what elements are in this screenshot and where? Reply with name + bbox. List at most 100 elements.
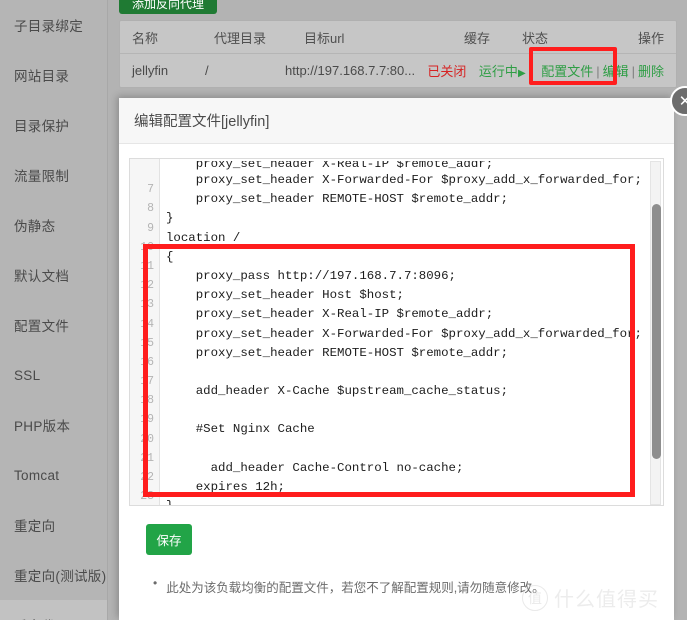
sidebar-item-traffic-limit[interactable]: 流量限制 [0,150,107,200]
sidebar-item-redirect-beta[interactable]: 重定向(测试版) [0,550,107,600]
sidebar-item-config-file[interactable]: 配置文件 [0,300,107,350]
cell-run-status[interactable]: 运行中▶ [479,61,541,80]
code-line: } [166,497,663,505]
editor-scrollbar-thumb[interactable] [652,204,661,459]
modal-header: 编辑配置文件[jellyfin] [119,98,674,144]
code-line: proxy_set_header X-Forwarded-For $proxy_… [166,173,642,187]
cell-cache-status[interactable]: 已关闭 [427,61,479,80]
sidebar-item-label: 默认文档 [14,269,70,284]
sidebar-item-label: 重定向(测试版) [14,569,107,584]
line-number: 9 [147,221,154,235]
sidebar-item-label: 网站目录 [14,69,70,84]
code-line: location / [166,230,241,245]
bullet-icon: • [153,576,158,590]
delete-link[interactable]: 删除 [638,64,664,79]
code-line: } [166,211,174,226]
line-number: 8 [147,202,154,216]
code-line: add_header Cache-Control no-cache; [166,460,464,475]
sidebar-item-label: 子目录绑定 [14,19,83,34]
sidebar-item-reverse-proxy[interactable]: 反向代理 [0,600,107,620]
line-number: 22 [140,471,154,484]
editor-code-area[interactable]: proxy_set_header X-Real-IP $remote_addr;… [160,159,663,505]
edit-link[interactable]: 编辑 [603,64,629,79]
cell-name: jellyfin [132,63,169,78]
footer-note: • 此处为该负载均衡的配置文件，若您不了解配置规则,请勿随意修改。 [153,576,664,596]
column-header-name: 名称 [132,30,159,46]
code-line: { [166,249,174,264]
sidebar-item-label: PHP版本 [14,419,71,434]
line-number: 7 [147,183,154,197]
reverse-proxy-table: 名称 代理目录 目标url 缓存 状态 操作 jellyfin / http:/… [119,20,677,88]
close-glyph: ✕ [678,92,687,110]
play-icon[interactable]: ▶ [518,68,526,79]
sidebar-item-label: 目录保护 [14,119,70,134]
footer-note-text: 此处为该负载均衡的配置文件，若您不了解配置规则,请勿随意修改。 [166,581,545,595]
line-number: 23 [140,490,154,504]
editor-vertical-scrollbar[interactable] [650,161,661,505]
sidebar-item-label: 配置文件 [14,319,70,334]
sidebar-item-site-dir[interactable]: 网站目录 [0,50,107,100]
code-line: proxy_set_header REMOTE-HOST $remote_add… [166,345,509,360]
sidebar-item-label: 重定向 [14,519,56,534]
line-number: 18 [140,394,154,408]
op-separator-1: | [596,64,600,79]
line-number: 14 [140,317,154,331]
code-line: expires 12h; [166,480,285,494]
line-number-clipped [130,161,159,180]
column-header-operations: 操作 [637,30,664,46]
sidebar-item-label: Tomcat [14,467,60,483]
cell-proxy-dir: / [204,63,209,78]
cell-operations: 配置文件 | 编辑 | 删除 [541,61,664,80]
code-line-clipped: proxy_set_header X-Real-IP $remote_addr; [166,161,494,171]
column-header-cache: 缓存 [464,30,491,46]
sidebar-item-default-doc[interactable]: 默认文档 [0,250,107,300]
code-line: proxy_set_header Host $host; [166,288,404,303]
sidebar-item-label: 流量限制 [14,169,70,184]
line-number: 10 [140,240,154,254]
screen: 子目录绑定 网站目录 目录保护 流量限制 伪静态 默认文档 配置文件 SSL P… [0,0,687,620]
code-line: proxy_set_header X-Real-IP $remote_addr; [166,307,494,322]
sidebar-item-label: 伪静态 [14,219,56,234]
save-button[interactable]: 保存 [146,524,192,555]
code-line: proxy_pass http://197.168.7.7:8096; [166,268,456,283]
column-header-target-url: 目标url [304,30,345,46]
edit-config-modal: 编辑配置文件[jellyfin] ✕ 7 8 9 10 11 12 13 14 … [119,86,687,620]
line-number: 13 [140,298,154,312]
line-number: 19 [140,413,154,427]
code-line: proxy_set_header X-Forwarded-For $proxy_… [166,326,642,341]
sidebar-item-label: SSL [14,367,41,383]
code-line: #Set Nginx Cache [166,422,315,437]
code-line: proxy_set_header REMOTE-HOST $remote_add… [166,192,509,207]
line-number: 11 [140,259,154,273]
column-header-proxy-dir: 代理目录 [214,30,267,46]
table-header-row: 名称 代理目录 目标url 缓存 状态 操作 [120,21,676,54]
code-line: add_header X-Cache $upstream_cache_statu… [166,384,509,399]
line-number: 20 [140,432,154,446]
line-number: 15 [140,336,154,350]
sidebar-item-tomcat[interactable]: Tomcat [0,450,107,500]
sidebar-item-ssl[interactable]: SSL [0,350,107,400]
table-row: jellyfin / http://197.168.7.7:80... 已关闭 … [120,54,676,87]
sidebar: 子目录绑定 网站目录 目录保护 流量限制 伪静态 默认文档 配置文件 SSL P… [0,0,108,620]
sidebar-item-php-version[interactable]: PHP版本 [0,400,107,450]
sidebar-item-dir-protect[interactable]: 目录保护 [0,100,107,150]
add-reverse-proxy-label: 添加反向代理 [131,0,204,11]
sidebar-item-subdir-bind[interactable]: 子目录绑定 [0,0,107,50]
column-header-status: 状态 [522,30,549,46]
sidebar-item-redirect[interactable]: 重定向 [0,500,107,550]
modal-title: 编辑配置文件[jellyfin] [134,114,270,130]
add-reverse-proxy-button[interactable]: 添加反向代理 [119,0,217,14]
cell-target-url: http://197.168.7.7:80... [285,63,416,78]
line-number: 12 [140,279,154,293]
config-file-link[interactable]: 配置文件 [541,64,593,79]
sidebar-item-rewrite[interactable]: 伪静态 [0,200,107,250]
line-number: 16 [140,355,154,369]
sidebar-item-label: 反向代理 [14,615,69,620]
run-status-label: 运行中 [478,64,518,79]
line-number: 17 [140,375,154,389]
op-separator-2: | [631,64,635,79]
config-code-editor[interactable]: 7 8 9 10 11 12 13 14 15 16 17 18 19 20 2… [129,158,664,506]
